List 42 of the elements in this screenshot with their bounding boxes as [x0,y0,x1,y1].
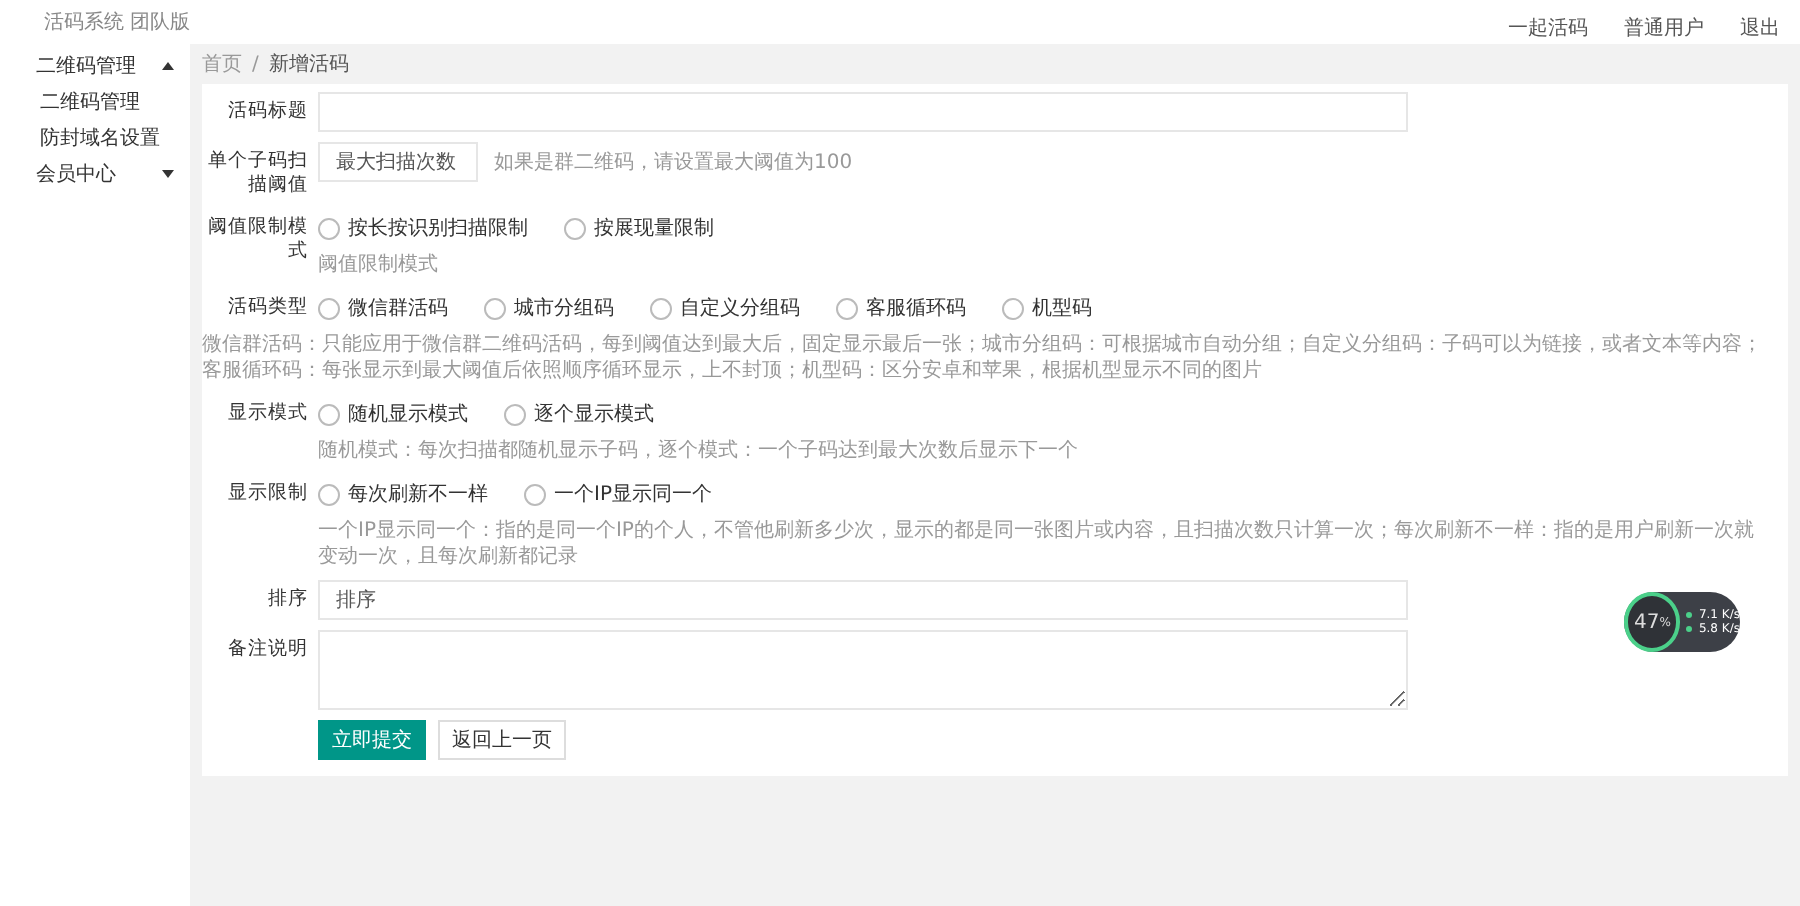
help-text: 阈值限制模式 [318,252,440,278]
input-field[interactable] [318,92,1408,132]
submit-button[interactable]: 立即提交 [318,720,426,760]
sidebar-group[interactable]: 会员中心 [0,156,190,192]
header-link[interactable]: 普通用户 [1624,17,1704,39]
breadcrumb-separator: / [252,53,259,75]
input-field[interactable]: 排序 [318,580,1408,620]
radio-option[interactable]: 随机显示模式 [318,394,468,434]
radio-option[interactable]: 机型码 [1002,288,1092,328]
header-link[interactable]: 退出 [1740,17,1780,39]
radio-option[interactable]: 按长按识别扫描限制 [318,208,528,248]
sidebar-item[interactable]: 防封域名设置 [0,120,190,156]
header-link[interactable]: 一起活码 [1508,17,1588,39]
field-label: 活码标题 [226,98,310,124]
radio-option[interactable]: 按展现量限制 [564,208,714,248]
back-button[interactable]: 返回上一页 [438,720,566,760]
field-label: 排序 [266,586,310,612]
field-label: 备注说明 [226,636,310,662]
field-label: 单个子码扫描阈值 [206,148,310,198]
textarea-field[interactable] [318,630,1408,710]
radio-option[interactable]: 城市分组码 [484,288,614,328]
input-field[interactable]: 最大扫描次数 [318,142,478,182]
sidebar-item[interactable]: 二维码管理 [0,84,190,120]
breadcrumb-link[interactable]: 新增活码 [268,50,349,78]
radio-option[interactable]: 客服循环码 [836,288,966,328]
caret-icon [162,170,174,178]
help-text: 一个IP显示同一个：指的是同一个IP的个人，不管他刷新多少次，显示的都是同一张图片或内容，且扫描次数只计算一次；每次刷新不一样：指的是用户刷新一次就变动一次，且每次刷新都记录 [318,518,1756,570]
field-hint: 如果是群二维码，请设置最大阈值为100 [494,149,853,175]
radio-option[interactable]: 自定义分组码 [650,288,800,328]
sidebar-group[interactable]: 二维码管理 [0,48,190,84]
field-label: 阈值限制模式 [206,214,310,264]
help-text: 随机模式：每次扫描都随机显示子码，逐个模式：一个子码达到最大次数后显示下一个 [318,438,1080,464]
caret-icon [162,62,174,70]
field-label: 显示模式 [226,400,310,426]
help-text: 微信群活码：只能应用于微信群二维码活码，每到阈值达到最大后，固定显示最后一张；城市分组码：可根据城市自动分组；自定义分组码：子码可以为链接，或者文本等内容；客服循环码：每张显示到最大阈值后依照顺序循环显示，上不封顶；机型码：区分安卓和苹果，根据机型显示不同的图片 [202,332,1764,384]
radio-option[interactable]: 每次刷新不一样 [318,474,488,514]
radio-option[interactable]: 逐个显示模式 [504,394,654,434]
radio-option[interactable]: 微信群活码 [318,288,448,328]
field-label: 显示限制 [226,480,310,506]
field-label: 活码类型 [226,294,310,320]
brand-title: 活码系统 团队版 [44,9,191,36]
radio-option[interactable]: 一个IP显示同一个 [524,474,712,514]
